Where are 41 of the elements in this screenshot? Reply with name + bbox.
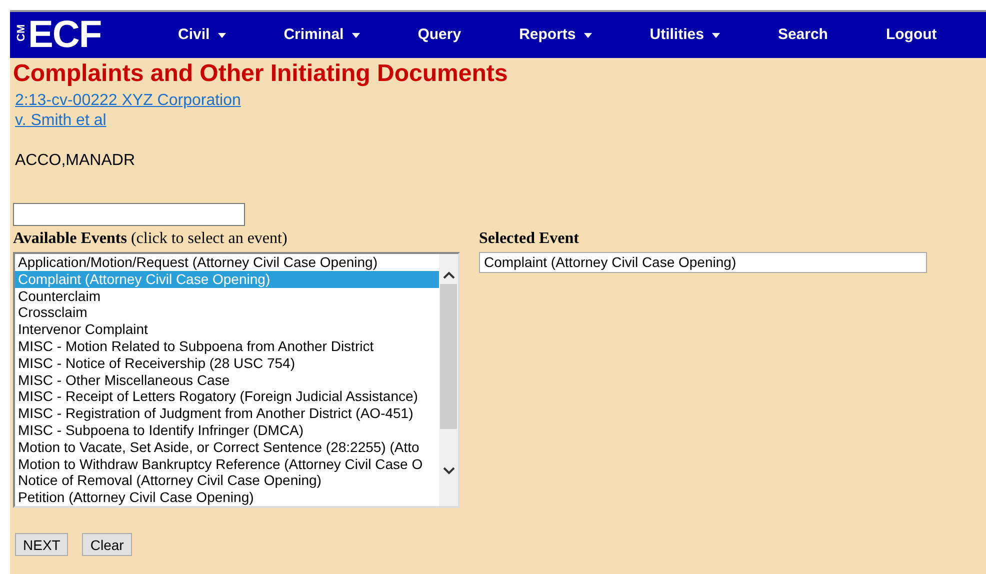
selected-event-field[interactable]: Complaint (Attorney Civil Case Opening) <box>479 252 927 273</box>
event-option[interactable]: Motion to Vacate, Set Aside, or Correct Sentence (28:2255) (Atto <box>15 438 439 456</box>
menu-item[interactable]: Logout <box>886 24 937 46</box>
event-option[interactable]: MISC - Motion Related to Subpoena from Another District <box>15 338 439 355</box>
menu-item[interactable]: Query <box>418 24 462 46</box>
event-option[interactable]: MISC - Notice of Receivership (28 USC 754) <box>15 354 439 372</box>
event-option[interactable]: Petition (Attorney Civil Case Opening) <box>15 489 439 506</box>
selected-event-label: Selected Event <box>479 230 580 248</box>
cm-ecf-logo: CM ECF <box>16 17 102 53</box>
scrollbar[interactable] <box>439 254 458 506</box>
menu-item[interactable]: Utilities <box>650 24 720 46</box>
menu-item[interactable]: Reports <box>519 24 592 46</box>
event-option[interactable]: Intervenor Complaint <box>15 321 439 338</box>
event-option[interactable]: MISC - Subpoena to Identify Infringer (DMCA) <box>15 422 439 439</box>
caret-icon <box>218 32 226 38</box>
event-option[interactable]: Motion to Withdraw Bankruptcy Reference (Attorney Civil Case O <box>15 456 439 472</box>
event-option[interactable]: MISC - Registration of Judgment from Another District (AO-451) <box>15 405 439 422</box>
event-option[interactable]: MISC - Other Miscellaneous Case <box>15 372 439 388</box>
events-listbox[interactable] <box>13 252 460 508</box>
menu-item[interactable]: Search <box>778 24 828 46</box>
scroll-up-icon[interactable] <box>442 271 454 279</box>
page-title: Complaints and Other Initiating Documents <box>13 59 509 89</box>
scroll-down-icon[interactable] <box>442 467 454 475</box>
event-option[interactable]: Counterclaim <box>15 288 439 304</box>
next-button[interactable]: NEXT <box>15 533 68 556</box>
menu-item[interactable]: Criminal <box>284 24 360 46</box>
caret-icon <box>584 32 592 38</box>
scroll-thumb[interactable] <box>440 284 457 429</box>
event-option[interactable]: MISC - Receipt of Letters Rogatory (Foreign Judicial Assistance) <box>15 388 439 406</box>
menu-item[interactable]: Civil <box>178 24 226 46</box>
case-link[interactable]: v. Smith et al <box>15 111 106 131</box>
clear-button[interactable]: Clear <box>82 533 132 556</box>
event-option[interactable]: Application/Motion/Request (Attorney Civil Case Opening) <box>15 254 439 271</box>
caret-icon <box>712 32 720 38</box>
caret-icon <box>352 32 360 38</box>
filter-field[interactable] <box>13 203 245 226</box>
event-option[interactable]: Crossclaim <box>15 304 439 322</box>
available-events-label: Available Events (click to select an event) <box>13 230 288 248</box>
user-name: ACCO,MANADR <box>15 151 136 171</box>
case-link[interactable]: 2:13-cv-00222 XYZ Corporation <box>15 91 241 111</box>
event-option[interactable]: Notice of Removal (Attorney Civil Case Opening) <box>15 472 439 490</box>
